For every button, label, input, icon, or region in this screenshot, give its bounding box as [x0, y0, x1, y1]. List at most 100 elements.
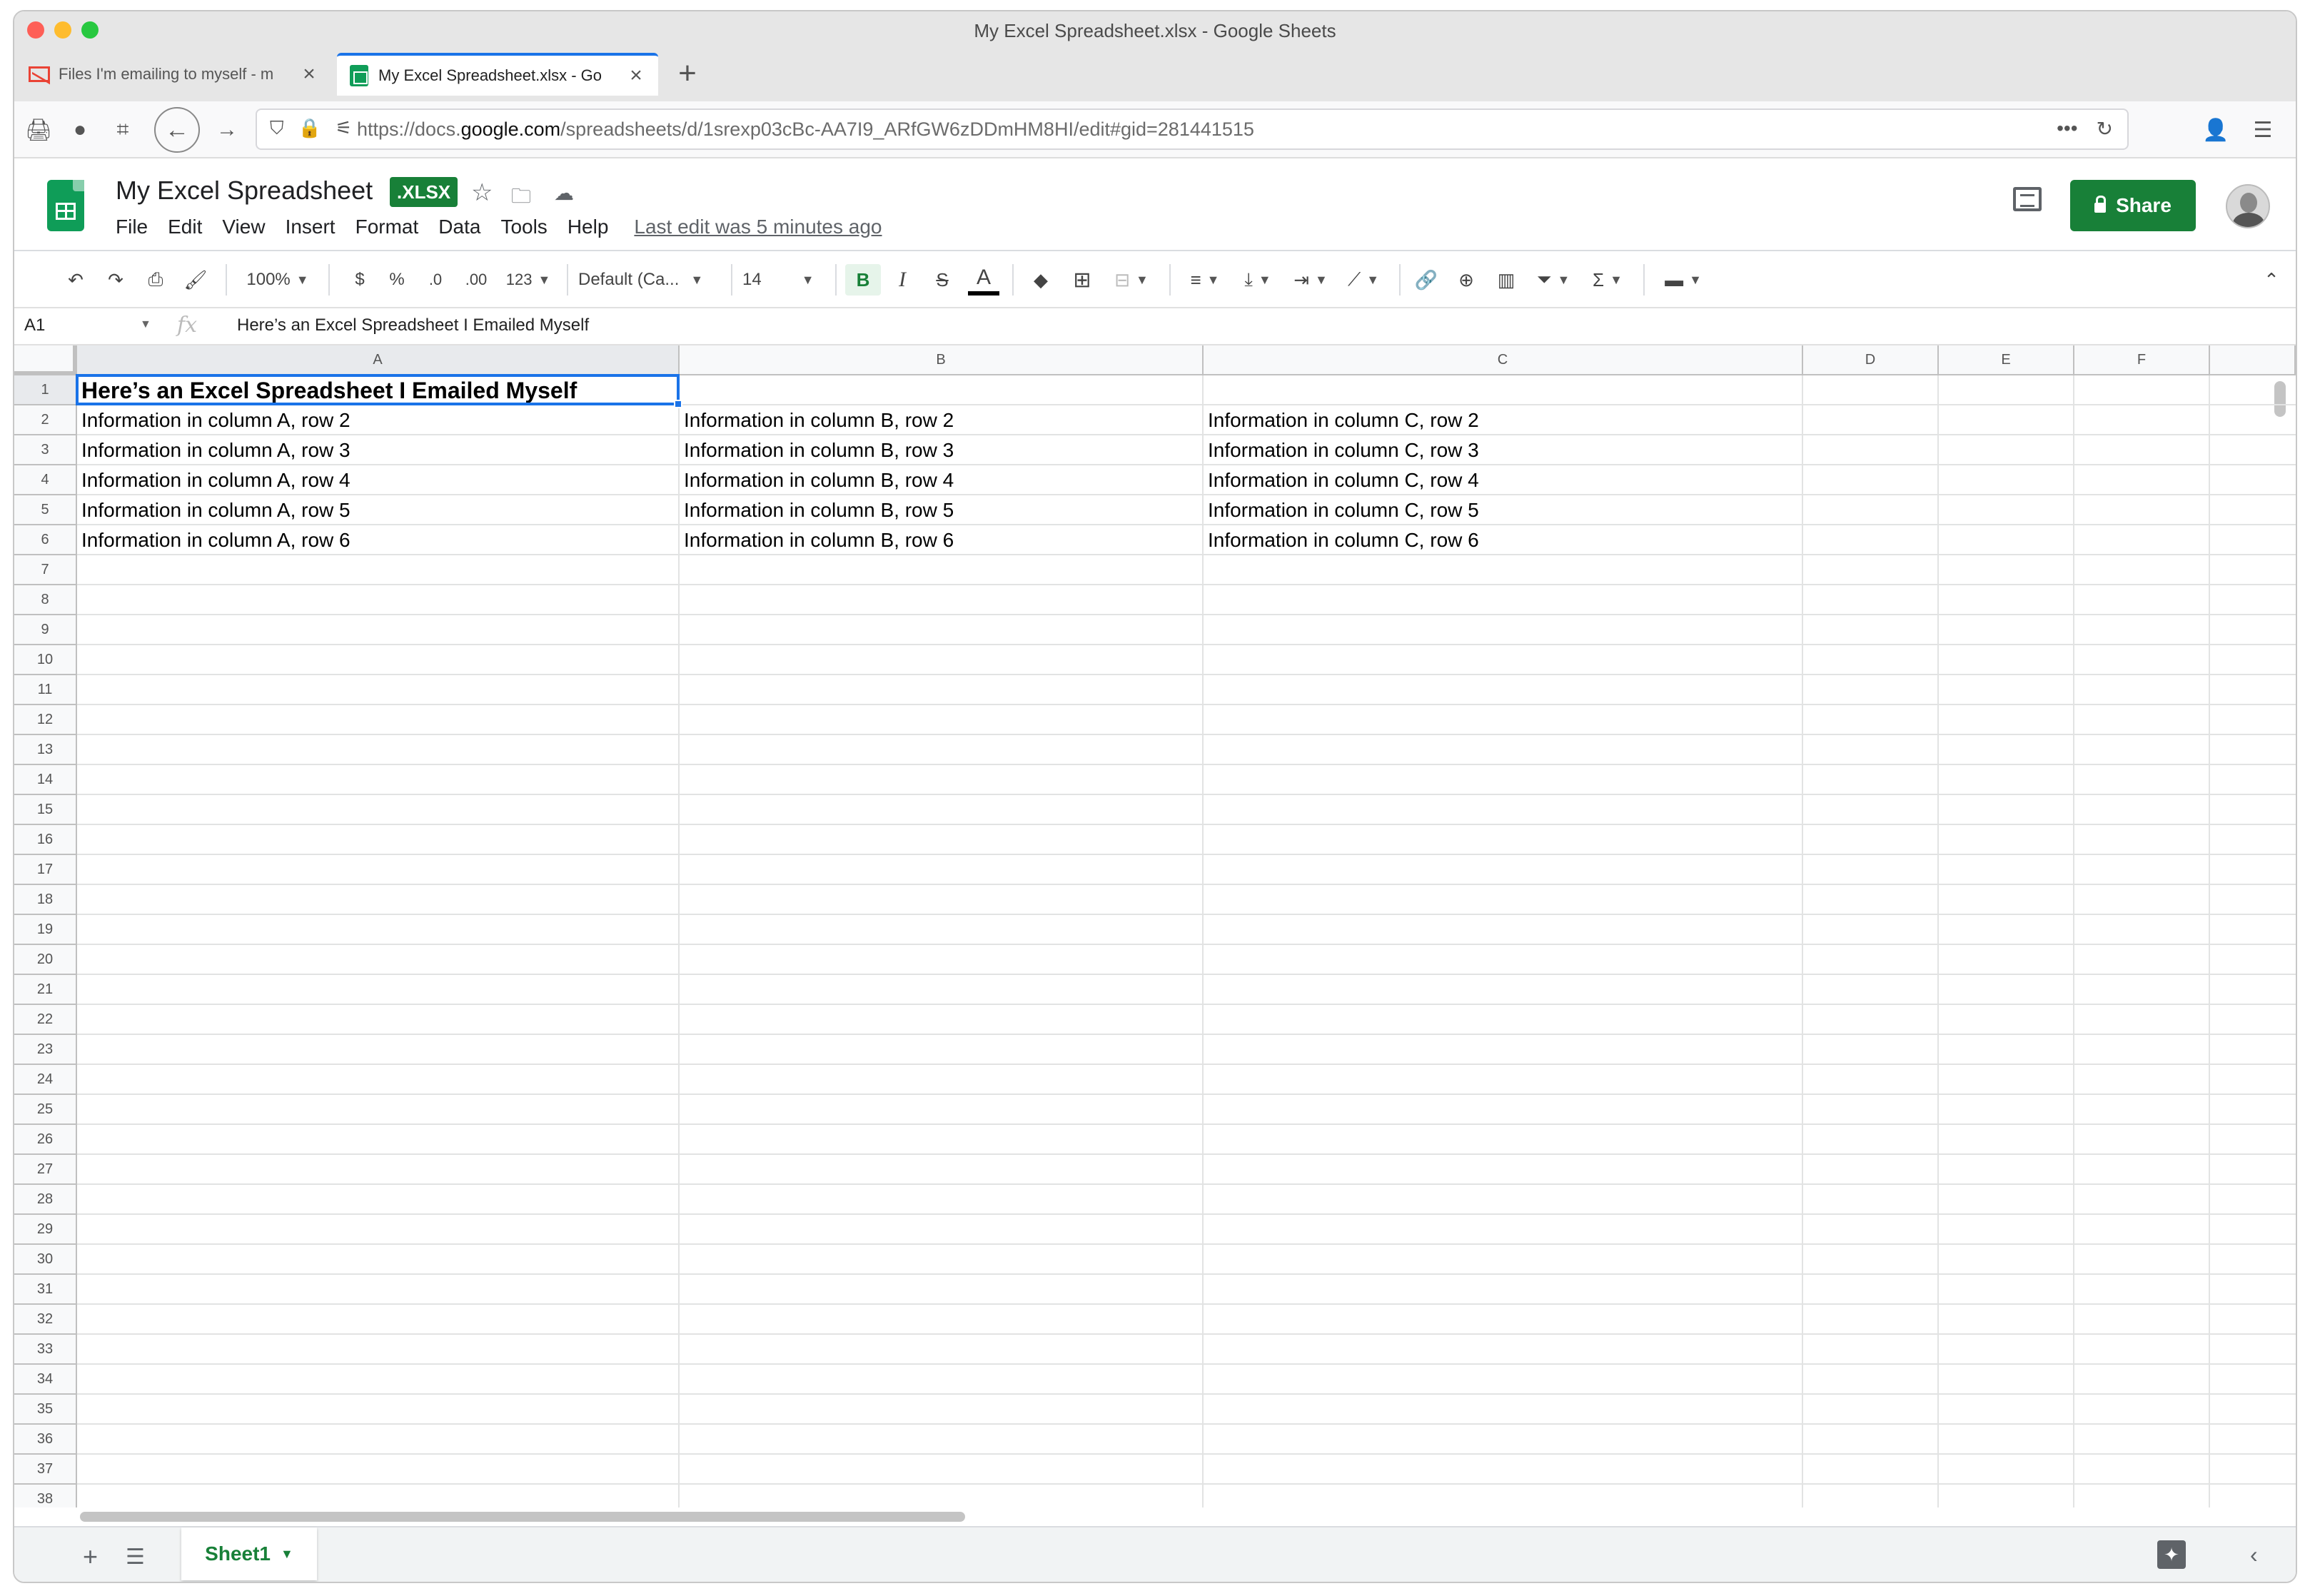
cloud-status-icon[interactable]: ☁	[554, 181, 574, 205]
row-header[interactable]: 19	[14, 915, 77, 945]
cell-b3[interactable]: Information in column B, row 3	[680, 435, 1204, 465]
column-header-c[interactable]: C	[1204, 345, 1803, 375]
cell-a2[interactable]: Information in column A, row 2	[77, 405, 680, 435]
row-header[interactable]: 33	[14, 1335, 77, 1365]
row-header[interactable]: 12	[14, 705, 77, 735]
decrease-decimal-button[interactable]: .0	[420, 264, 451, 296]
cell-a4[interactable]: Information in column A, row 4	[77, 465, 680, 495]
reload-icon[interactable]: ↻	[2097, 117, 2113, 141]
menu-help[interactable]: Help	[558, 216, 619, 238]
document-title[interactable]: My Excel Spreadsheet	[116, 176, 373, 206]
horizontal-align-icon[interactable]: ≡ ▼	[1182, 264, 1228, 296]
move-folder-icon[interactable]: 🗀	[511, 181, 531, 216]
row-header[interactable]: 16	[14, 825, 77, 855]
row-header[interactable]: 29	[14, 1215, 77, 1245]
menu-format[interactable]: Format	[346, 216, 429, 238]
menu-tools[interactable]: Tools	[490, 216, 557, 238]
percent-format-button[interactable]: %	[383, 264, 411, 296]
undo-icon[interactable]: ↶	[60, 264, 91, 296]
row-header[interactable]: 6	[14, 525, 77, 555]
row-header[interactable]: 28	[14, 1185, 77, 1215]
cell-b2[interactable]: Information in column B, row 2	[680, 405, 1204, 435]
cell-c2[interactable]: Information in column C, row 2	[1204, 405, 1803, 435]
menu-data[interactable]: Data	[428, 216, 490, 238]
row-header[interactable]: 15	[14, 795, 77, 825]
forward-button[interactable]: →	[211, 114, 243, 146]
font-family-select[interactable]: Default (Ca... ▼	[578, 264, 721, 296]
row-header[interactable]: 34	[14, 1365, 77, 1395]
tab-gmail[interactable]: Files I'm emailing to myself - m ×	[17, 53, 331, 96]
formula-input[interactable]: Here’s an Excel Spreadsheet I Emailed My…	[237, 315, 589, 335]
row-header[interactable]: 13	[14, 735, 77, 765]
menu-file[interactable]: File	[116, 216, 158, 238]
side-panel-toggle-icon[interactable]: ‹	[2250, 1542, 2258, 1568]
fill-color-icon[interactable]: ◆	[1025, 264, 1056, 296]
row-header[interactable]: 32	[14, 1305, 77, 1335]
last-edit-link[interactable]: Last edit was 5 minutes ago	[634, 216, 882, 238]
share-button[interactable]: Share	[2070, 180, 2196, 231]
row-header[interactable]: 3	[14, 435, 77, 465]
more-formats-select[interactable]: 123 ▼	[500, 264, 557, 296]
cell-a6[interactable]: Information in column A, row 6	[77, 525, 680, 555]
italic-button[interactable]: I	[887, 264, 918, 296]
profile-icon[interactable]: 👤	[2201, 114, 2230, 146]
new-tab-button[interactable]: +	[670, 56, 705, 91]
row-header[interactable]: 27	[14, 1155, 77, 1185]
redo-icon[interactable]: ↷	[100, 264, 131, 296]
row-header[interactable]: 24	[14, 1065, 77, 1095]
cell-c4[interactable]: Information in column C, row 4	[1204, 465, 1803, 495]
print-icon[interactable]: ⎙	[140, 264, 171, 296]
cell-a3[interactable]: Information in column A, row 3	[77, 435, 680, 465]
borders-icon[interactable]: ⊞	[1066, 264, 1098, 296]
chevron-up-icon[interactable]: ⌃	[2256, 264, 2287, 296]
row-header[interactable]: 1	[14, 375, 77, 405]
strikethrough-button[interactable]: S	[927, 264, 958, 296]
merge-cells-icon[interactable]: ⊟ ▼	[1106, 264, 1156, 296]
column-header-b[interactable]: B	[680, 345, 1204, 375]
more-actions-icon[interactable]: •••	[2057, 117, 2077, 141]
row-header[interactable]: 5	[14, 495, 77, 525]
fill-handle[interactable]	[674, 400, 682, 408]
cell-b5[interactable]: Information in column B, row 5	[680, 495, 1204, 525]
shield-icon[interactable]: ⛉	[270, 117, 284, 140]
row-header[interactable]: 23	[14, 1035, 77, 1065]
row-header[interactable]: 36	[14, 1425, 77, 1455]
row-header[interactable]: 35	[14, 1395, 77, 1425]
paint-format-icon[interactable]: 🖌	[180, 264, 211, 296]
all-sheets-icon[interactable]: ☰	[126, 1545, 145, 1570]
vertical-align-icon[interactable]: ⤓ ▼	[1235, 264, 1281, 296]
insert-comment-icon[interactable]: ⊕	[1451, 264, 1482, 296]
comment-history-icon[interactable]	[2013, 187, 2042, 211]
star-icon[interactable]: ☆	[471, 178, 493, 207]
cell-c5[interactable]: Information in column C, row 5	[1204, 495, 1803, 525]
cell-a5[interactable]: Information in column A, row 5	[77, 495, 680, 525]
row-header[interactable]: 4	[14, 465, 77, 495]
row-header[interactable]: 11	[14, 675, 77, 705]
zoom-select[interactable]: 100% ▼	[238, 264, 317, 296]
input-tools-icon[interactable]: ▬ ▼	[1656, 264, 1710, 296]
insert-chart-icon[interactable]: ▥	[1491, 264, 1522, 296]
row-header[interactable]: 25	[14, 1095, 77, 1125]
row-header[interactable]: 7	[14, 555, 77, 585]
cell-b6[interactable]: Information in column B, row 6	[680, 525, 1204, 555]
row-header[interactable]: 22	[14, 1005, 77, 1035]
url-bar[interactable]: ⛉ 🔒 ⚟ https://docs. google.com/spreadshee…	[256, 108, 2129, 150]
close-icon[interactable]: ×	[625, 64, 647, 88]
permissions-icon[interactable]: ⚟	[336, 117, 352, 140]
row-header[interactable]: 21	[14, 975, 77, 1005]
cell-c6[interactable]: Information in column C, row 6	[1204, 525, 1803, 555]
row-header[interactable]: 8	[14, 585, 77, 615]
column-header-a[interactable]: A	[77, 345, 680, 375]
filter-icon[interactable]: ⏷ ▼	[1530, 264, 1576, 296]
close-icon[interactable]: ×	[298, 62, 320, 86]
menu-edit[interactable]: Edit	[158, 216, 212, 238]
row-header[interactable]: 9	[14, 615, 77, 645]
row-header[interactable]: 18	[14, 885, 77, 915]
spreadsheet-grid[interactable]: A B C D E F 1 2 3 4 5 6 7 8 9 10 11 12 13 14 15 16 17 18 19 20 21 2…	[14, 345, 2296, 1522]
font-size-select[interactable]: 14 ▼	[742, 264, 828, 296]
extension-icon[interactable]: 🖨	[24, 114, 53, 146]
row-header[interactable]: 31	[14, 1275, 77, 1305]
sheets-logo-icon[interactable]	[47, 180, 84, 231]
chevron-down-icon[interactable]: ▼	[140, 318, 151, 331]
cell-b4[interactable]: Information in column B, row 4	[680, 465, 1204, 495]
